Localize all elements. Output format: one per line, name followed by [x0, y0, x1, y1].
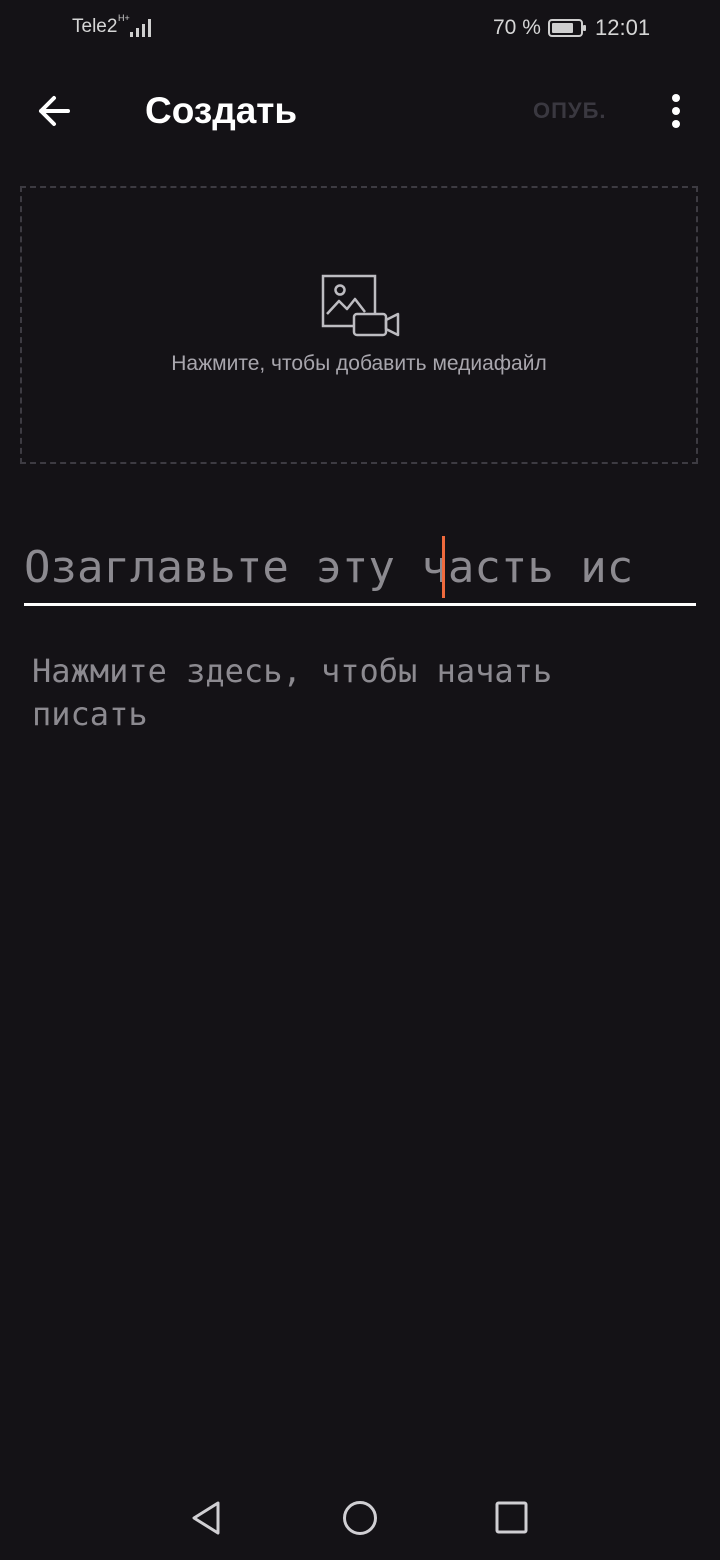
- publish-button[interactable]: ОПУБ.: [533, 98, 607, 124]
- nav-recents-icon[interactable]: [494, 1500, 530, 1536]
- story-body-input[interactable]: Нажмите здесь, чтобы начать писать: [32, 650, 672, 736]
- page-title: Создать: [145, 90, 298, 131]
- battery-icon: [548, 19, 586, 37]
- nav-back-icon[interactable]: [186, 1498, 226, 1538]
- battery-percent: 70 %: [493, 16, 541, 39]
- text-cursor: [442, 536, 445, 598]
- body-placeholder: Нажмите здесь, чтобы начать писать: [32, 652, 553, 733]
- app-bar: Создать ОПУБ.: [0, 70, 720, 154]
- clock: 12:01: [595, 15, 651, 40]
- system-navigation-bar: [0, 1480, 720, 1560]
- back-button[interactable]: [30, 90, 82, 132]
- signal-icon: [130, 19, 151, 37]
- story-part-title-input[interactable]: Озаглавьте эту часть ис: [24, 536, 696, 606]
- add-media-hint: Нажмите, чтобы добавить медиафайл: [171, 352, 547, 375]
- title-placeholder: Озаглавьте эту часть ис: [24, 542, 634, 593]
- add-media-area[interactable]: Нажмите, чтобы добавить медиафайл: [20, 186, 698, 464]
- nav-home-icon[interactable]: [340, 1498, 380, 1538]
- carrier-name: Tele2: [72, 16, 118, 37]
- image-video-icon: [321, 274, 400, 337]
- more-options-button[interactable]: [662, 90, 690, 134]
- more-vertical-icon: [672, 94, 680, 128]
- status-bar: Tele2 H+ 70 % 12:01: [0, 0, 720, 56]
- arrow-left-icon: [39, 96, 70, 126]
